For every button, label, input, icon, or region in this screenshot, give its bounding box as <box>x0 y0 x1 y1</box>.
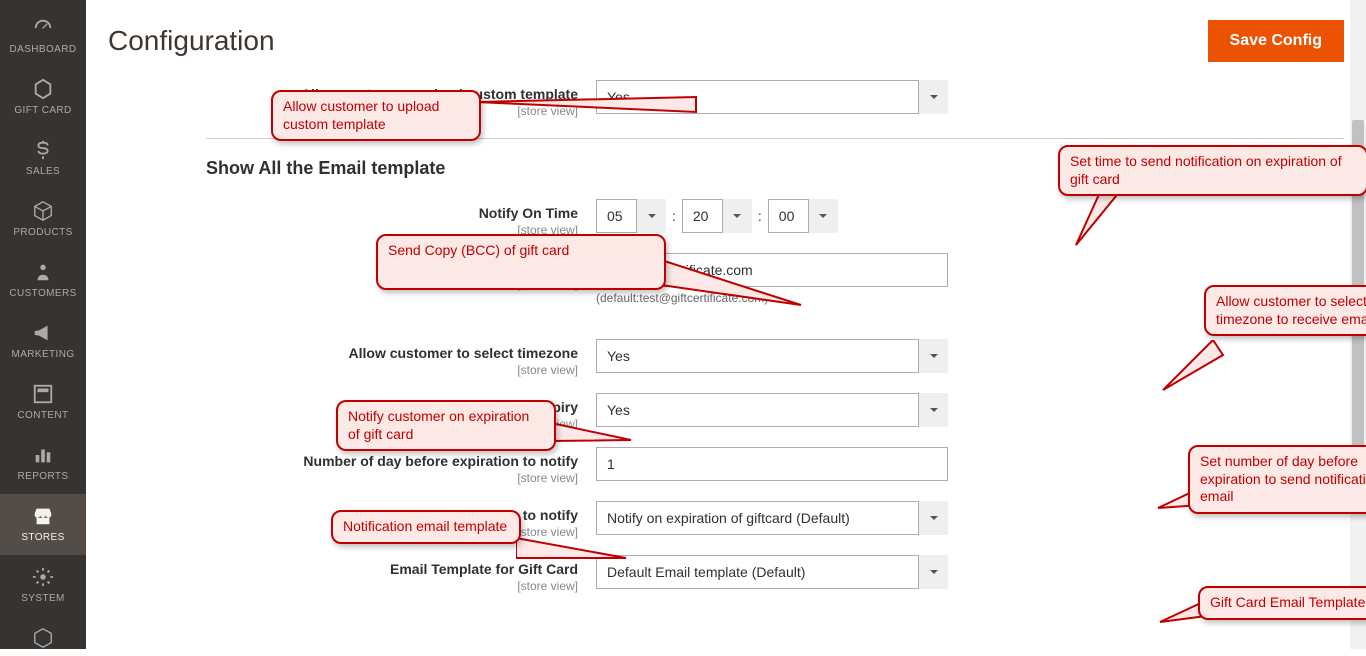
allow-timezone-label: Allow customer to select timezone <box>349 345 579 361</box>
callout-allow-timezone: Allow customer to select timezone to rec… <box>1204 285 1366 336</box>
notify-hour-select[interactable]: 05 <box>596 199 666 233</box>
sidebar-item-sales[interactable]: SALES <box>0 128 86 189</box>
row-email-template: Email Template for Gift Card [store view… <box>206 547 1344 601</box>
time-sep: : <box>672 208 676 224</box>
module-icon <box>32 626 54 650</box>
cube-icon <box>32 199 54 223</box>
sidebar-item-label: REPORTS <box>18 471 69 482</box>
person-icon <box>32 260 54 284</box>
admin-sidebar: DASHBOARD GIFT CARD SALES PRODUCTS CUSTO… <box>0 0 86 649</box>
scope-text: [store view] <box>206 579 578 593</box>
email-template-select[interactable]: Default Email template (Default) <box>596 555 948 589</box>
page-header: Configuration Save Config <box>86 0 1366 72</box>
sidebar-item-label: CUSTOMERS <box>9 288 76 299</box>
sidebar-item-marketing[interactable]: MARKETING <box>0 311 86 372</box>
sidebar-item-label: PRODUCTS <box>13 227 72 238</box>
callout-days-before: Set number of day before expiration to s… <box>1188 445 1366 514</box>
bars-icon <box>32 443 54 467</box>
notify-time-label: Notify On Time <box>479 205 578 221</box>
hex-icon <box>32 77 54 101</box>
sidebar-item-dashboard[interactable]: DASHBOARD <box>0 6 86 67</box>
sidebar-item-stores[interactable]: STORES <box>0 494 86 555</box>
sidebar-item-label: SALES <box>26 166 60 177</box>
gauge-icon <box>32 16 54 40</box>
gear-icon <box>32 565 54 589</box>
sidebar-item-extra[interactable] <box>0 616 86 656</box>
select-template-select[interactable]: Notify on expiration of giftcard (Defaul… <box>596 501 948 535</box>
sidebar-item-customers[interactable]: CUSTOMERS <box>0 250 86 311</box>
sidebar-item-system[interactable]: SYSTEM <box>0 555 86 616</box>
sidebar-item-label: MARKETING <box>11 349 74 360</box>
storefront-icon <box>32 504 54 528</box>
callout-email-template-gc: Gift Card Email Template <box>1198 586 1366 620</box>
callout-notify-time: Set time to send notification on expirat… <box>1058 145 1366 196</box>
sidebar-item-label: STORES <box>21 532 64 543</box>
dollar-icon <box>32 138 54 162</box>
sidebar-item-products[interactable]: PRODUCTS <box>0 189 86 250</box>
scope-text: [store view] <box>206 471 578 485</box>
sidebar-item-content[interactable]: CONTENT <box>0 372 86 433</box>
sidebar-item-reports[interactable]: REPORTS <box>0 433 86 494</box>
days-before-label: Number of day before expiration to notif… <box>303 453 578 469</box>
section-title: Show All the Email template <box>206 158 445 179</box>
notify-min-select[interactable]: 20 <box>682 199 752 233</box>
page-title: Configuration <box>108 25 275 57</box>
sidebar-item-label: GIFT CARD <box>14 105 71 116</box>
callout-notify-expiry: Notify customer on expiration of gift ca… <box>336 400 556 451</box>
sidebar-item-label: DASHBOARD <box>10 44 77 55</box>
callout-notify-template: Notification email template <box>331 510 521 544</box>
sidebar-item-label: CONTENT <box>17 410 68 421</box>
sidebar-item-label: SYSTEM <box>21 593 65 604</box>
layout-icon <box>32 382 54 406</box>
notify-sec-select[interactable]: 00 <box>768 199 838 233</box>
row-notify-time: Notify On Time [store view] 05 : 20 <box>206 191 1344 245</box>
notify-expiry-select[interactable]: Yes <box>596 393 948 427</box>
callout-send-copy: Send Copy (BCC) of gift card <box>376 234 666 290</box>
main-content: Configuration Save Config Allow customer… <box>86 0 1366 649</box>
megaphone-icon <box>32 321 54 345</box>
time-sep: : <box>758 208 762 224</box>
days-before-input[interactable] <box>596 447 948 481</box>
callout-allow-upload: Allow customer to upload custom template <box>271 90 481 141</box>
scope-text: [store view] <box>206 363 578 377</box>
save-config-button[interactable]: Save Config <box>1208 20 1344 62</box>
sidebar-item-giftcard[interactable]: GIFT CARD <box>0 67 86 128</box>
allow-timezone-select[interactable]: Yes <box>596 339 948 373</box>
